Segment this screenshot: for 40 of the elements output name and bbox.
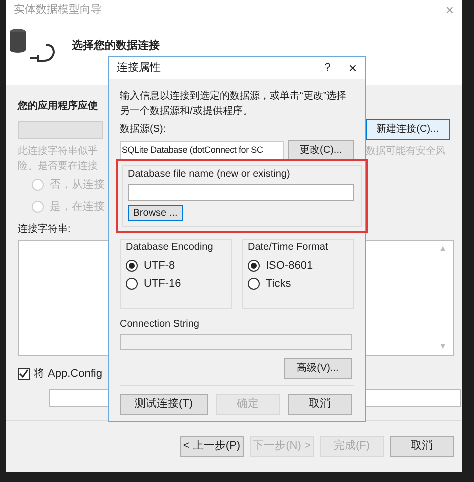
- warning-text: 数据可能有安全风: [366, 144, 447, 159]
- option-label: 否，从连接: [50, 178, 105, 193]
- question-label: 您的应用程序应使: [18, 99, 98, 114]
- option-label: ISO-8601: [266, 258, 314, 274]
- option-label: 是，在连接: [50, 200, 105, 215]
- close-button[interactable]: ×: [348, 61, 357, 75]
- connection-string-field[interactable]: [120, 334, 352, 350]
- new-connection-button[interactable]: 新建连接(C)...: [366, 119, 450, 140]
- option-label: Ticks: [266, 276, 292, 292]
- dialog-button[interactable]: 取消: [288, 394, 352, 415]
- warning-text: 此连接字符串似乎: [18, 144, 98, 159]
- checkbox-label: 将 App.Config: [34, 367, 102, 382]
- file-name-field[interactable]: [128, 184, 354, 201]
- window-title: 实体数据模型向导: [14, 2, 102, 18]
- dialog-button[interactable]: 取消: [390, 436, 454, 457]
- database-plug-icon: [8, 28, 58, 64]
- advanced-button[interactable]: 高级(V)...: [284, 358, 352, 379]
- option-label: UTF-16: [144, 276, 182, 292]
- page-heading: 选择您的数据连接: [72, 38, 160, 54]
- help-button[interactable]: ?: [324, 60, 331, 76]
- intro-text: 输入信息以连接到选定的数据源，或单击“更改”选择另一个数据源和/或提供程序。: [120, 90, 348, 119]
- radio-button[interactable]: [248, 260, 260, 272]
- group-title: Date/Time Format: [248, 241, 330, 255]
- option-label: UTF-8: [144, 258, 176, 274]
- warning-text: 险。是否要在连接: [18, 160, 98, 174]
- connection-string-label: Connection String: [120, 318, 200, 332]
- radio-button[interactable]: [126, 278, 138, 290]
- dialog-title: 连接属性: [117, 60, 161, 76]
- datasource-label: 数据源(S):: [120, 123, 168, 137]
- radio-button[interactable]: [248, 278, 260, 290]
- browse-button[interactable]: Browse ...: [128, 205, 183, 221]
- checkbox[interactable]: [18, 368, 30, 380]
- group-title: Database file name (new or existing): [128, 168, 292, 182]
- group-title: Database Encoding: [126, 241, 214, 255]
- dialog-button[interactable]: < 上一步(P): [180, 436, 244, 457]
- dialog-button[interactable]: 测试连接(T): [120, 394, 208, 415]
- radio-button[interactable]: [126, 260, 138, 272]
- datasource-field[interactable]: SQLite Database (dotConnect for SC: [120, 141, 284, 160]
- change-button[interactable]: 更改(C)...: [288, 140, 354, 161]
- connection-string-label: 连接字符串:: [18, 222, 72, 237]
